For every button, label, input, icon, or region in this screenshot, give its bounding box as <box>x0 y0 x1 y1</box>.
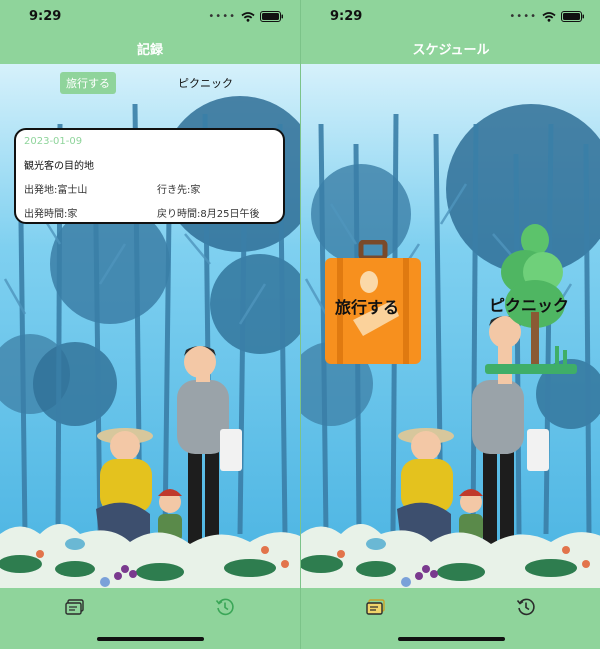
suitcase-icon <box>323 239 423 370</box>
home-indicator <box>398 637 505 641</box>
tab-records[interactable] <box>55 594 95 624</box>
category-travel[interactable]: 旅行する <box>323 239 423 366</box>
tree-icon <box>485 224 585 382</box>
history-clock-icon <box>215 597 235 621</box>
history-clock-icon <box>516 597 536 621</box>
page-title: スケジュール <box>412 43 490 58</box>
tab-bar <box>0 588 300 649</box>
battery-icon <box>561 11 585 22</box>
status-bar: 9:29 •••• <box>0 0 300 34</box>
records-card-icon <box>366 599 386 619</box>
tab-schedule[interactable] <box>506 594 546 624</box>
nav-bar: 記録 <box>0 34 300 64</box>
segment-control: 旅行する ピクニック <box>60 72 239 94</box>
tab-schedule[interactable] <box>205 594 245 624</box>
record-screen: 9:29 •••• 記録 旅行する ピクニック 2023-01-09 観光客の目… <box>0 0 300 649</box>
departure-time: 出発時間:家 <box>24 209 78 220</box>
departure-place: 出発地:富士山 <box>24 185 88 196</box>
status-time: 9:29 <box>330 9 363 24</box>
tab-records[interactable] <box>356 594 396 624</box>
signal-icon: •••• <box>509 11 537 22</box>
records-card-icon <box>65 599 85 619</box>
category-picnic-label: ピクニック <box>489 296 570 315</box>
record-date: 2023-01-09 <box>24 136 83 147</box>
status-time: 9:29 <box>29 9 62 24</box>
wifi-icon <box>542 11 556 22</box>
category-travel-label: 旅行する <box>335 298 400 317</box>
nav-bar: スケジュール <box>301 34 600 64</box>
battery-icon <box>260 11 284 22</box>
schedule-screen: 9:29 •••• スケジュール 旅行する ピクニック <box>300 0 600 649</box>
record-card[interactable]: 2023-01-09 観光客の目的地 出発地:富士山 行き先:家 出発時間:家 … <box>14 128 285 224</box>
record-title: 観光客の目的地 <box>24 161 94 172</box>
tab-bar <box>301 588 600 649</box>
page-title: 記録 <box>136 43 163 58</box>
status-bar: 9:29 •••• <box>301 0 600 34</box>
wifi-icon <box>241 11 255 22</box>
home-indicator <box>97 637 204 641</box>
segment-travel[interactable]: 旅行する <box>60 72 116 94</box>
category-picnic[interactable]: ピクニック <box>485 222 585 378</box>
signal-icon: •••• <box>208 11 236 22</box>
segment-picnic[interactable]: ピクニック <box>172 72 239 94</box>
return-time: 戻り時間:8月25日午後 <box>157 209 260 220</box>
destination: 行き先:家 <box>157 185 201 196</box>
